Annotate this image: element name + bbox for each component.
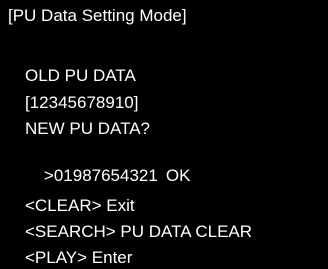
- new-pu-data-prompt: NEW PU DATA?: [25, 119, 150, 138]
- old-pu-data-value: [12345678910]: [25, 93, 139, 112]
- play-enter-command[interactable]: <PLAY> Enter: [25, 248, 132, 268]
- ok-status: OK: [165, 166, 191, 185]
- new-pu-data-input[interactable]: >01987654321: [44, 166, 158, 185]
- search-pu-data-clear-command[interactable]: <SEARCH> PU DATA CLEAR: [25, 222, 252, 242]
- pu-data-setting-screen: [PU Data Setting Mode] OLD PU DATA [1234…: [0, 0, 328, 269]
- screen-title: [PU Data Setting Mode]: [8, 6, 187, 25]
- old-pu-data-label: OLD PU DATA: [25, 66, 136, 85]
- clear-exit-command[interactable]: <CLEAR> Exit: [25, 196, 135, 216]
